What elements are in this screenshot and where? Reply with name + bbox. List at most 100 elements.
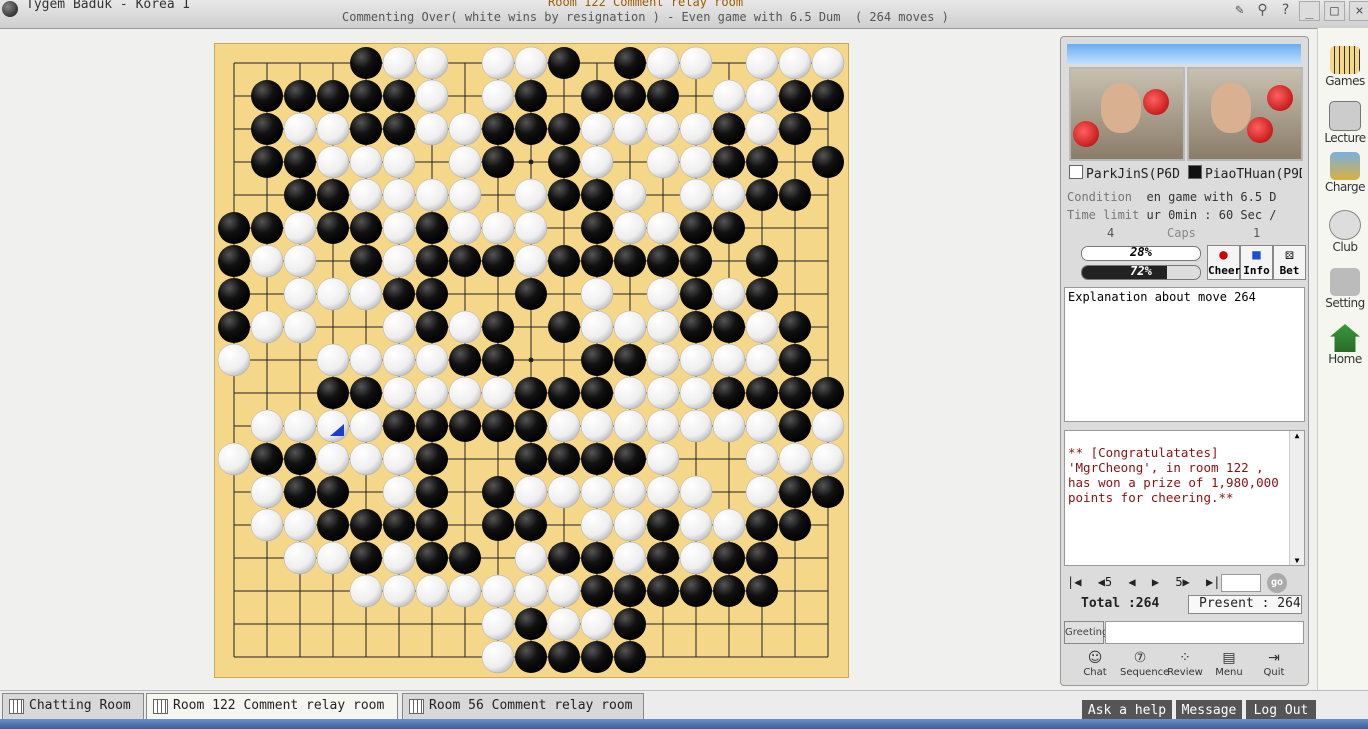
explanation-box[interactable]: Explanation about move 264 <box>1064 287 1305 422</box>
player-white-name[interactable]: ParkJinS(P6D <box>1069 165 1183 182</box>
black-stone <box>680 278 712 310</box>
white-stone <box>547 607 581 641</box>
black-stone <box>779 80 811 112</box>
black-stone <box>614 575 646 607</box>
help-icon[interactable]: ? <box>1276 1 1295 19</box>
white-stone <box>580 508 614 542</box>
white-stone <box>679 46 713 80</box>
white-stone <box>283 211 317 245</box>
white-stone <box>283 409 317 443</box>
chat-tool-button[interactable]: ☺ Chat <box>1075 649 1115 678</box>
bet-info-icon: ■ <box>1252 247 1261 263</box>
black-stone <box>515 641 547 673</box>
black-stone <box>218 311 250 343</box>
black-stone <box>284 80 316 112</box>
maximize-button[interactable]: □ <box>1324 1 1345 21</box>
black-stone <box>713 575 745 607</box>
black-stone <box>218 278 250 310</box>
games-icon <box>1330 46 1360 74</box>
rose-icon <box>1247 117 1273 143</box>
black-stone <box>713 542 745 574</box>
white-stone <box>613 508 647 542</box>
search-icon[interactable]: ⚲ <box>1253 1 1272 19</box>
white-stone <box>349 277 383 311</box>
white-stone <box>613 541 647 575</box>
logout-button[interactable]: Log Out <box>1246 700 1316 721</box>
white-stone <box>382 46 416 80</box>
sidebar-item-home[interactable]: Home <box>1322 324 1368 366</box>
black-stone <box>350 245 382 277</box>
chat-box[interactable]: ** [Congratulatates] 'MgrCheong', in roo… <box>1064 430 1305 566</box>
black-stone <box>548 245 580 277</box>
black-stone <box>383 410 415 442</box>
prev-move-button[interactable]: ◀ <box>1128 575 1135 589</box>
sidebar-item-club[interactable]: Club <box>1322 210 1368 254</box>
chat-scrollbar[interactable]: ▲ ▼ <box>1289 431 1304 565</box>
black-stone <box>515 377 547 409</box>
black-stone <box>581 542 613 574</box>
white-stone <box>679 343 713 377</box>
bet-button[interactable]: ⚄ Bet <box>1273 245 1306 280</box>
white-stone <box>679 508 713 542</box>
black-stone <box>383 80 415 112</box>
info-button[interactable]: ■ Info <box>1240 245 1273 280</box>
move-number-input[interactable] <box>1221 574 1261 592</box>
black-stone <box>812 377 844 409</box>
menu-tool-button[interactable]: ▤ Menu <box>1209 649 1249 678</box>
total-moves: Total :264 <box>1081 596 1160 611</box>
greeting-input[interactable] <box>1105 621 1304 644</box>
white-stone <box>481 607 515 641</box>
white-stone <box>217 442 251 476</box>
back5-button[interactable]: ◀5 <box>1098 575 1112 589</box>
fwd5-button[interactable]: 5▶ <box>1175 575 1189 589</box>
player-black-name[interactable]: PiaoTHuan(P9D <box>1188 165 1302 182</box>
white-stone <box>646 376 680 410</box>
quit-tool-button[interactable]: ⇥ Quit <box>1254 649 1294 678</box>
minimize-button[interactable]: _ <box>1299 1 1320 21</box>
black-stone <box>317 80 349 112</box>
black-stone <box>812 80 844 112</box>
sequence-tool-button[interactable]: ⑦ Sequence <box>1120 649 1169 678</box>
next-move-button[interactable]: ▶ <box>1152 575 1159 589</box>
sidebar-item-setting[interactable]: Setting <box>1322 268 1368 310</box>
board-canvas[interactable] <box>215 44 848 677</box>
first-move-button[interactable]: |◀ <box>1067 575 1081 589</box>
black-stone <box>680 245 712 277</box>
message-button[interactable]: Message <box>1176 700 1242 721</box>
black-stone <box>581 575 613 607</box>
black-stone <box>746 377 778 409</box>
black-stone <box>416 212 448 244</box>
go-board[interactable] <box>214 43 849 678</box>
panel-header-bar <box>1067 44 1301 64</box>
chat-icon: ☺ <box>1087 650 1103 666</box>
white-stone <box>448 211 482 245</box>
white-stone <box>514 244 548 278</box>
close-button[interactable]: × <box>1349 1 1368 21</box>
black-stone <box>482 509 514 541</box>
white-stone <box>316 277 350 311</box>
last-move-button[interactable]: ▶| <box>1206 575 1220 589</box>
sidebar-item-games[interactable]: Games <box>1322 46 1368 88</box>
tab-room-56[interactable]: Room 56 Comment relay room <box>402 693 644 720</box>
white-stone <box>646 112 680 146</box>
tab-room-122[interactable]: Room 122 Comment relay room <box>146 693 398 720</box>
scroll-up-icon[interactable]: ▲ <box>1290 431 1304 440</box>
black-stone <box>680 575 712 607</box>
sidebar-item-charge[interactable]: Charge <box>1322 152 1368 194</box>
cheer-button[interactable]: ● Cheer <box>1207 245 1241 280</box>
paint-icon[interactable]: ✎ <box>1230 1 1249 19</box>
black-stone <box>383 278 415 310</box>
go-button[interactable]: go <box>1267 573 1287 593</box>
review-tool-button[interactable]: ⁘ Review <box>1165 649 1205 678</box>
ask-help-button[interactable]: Ask a help <box>1082 700 1172 721</box>
black-stone <box>350 47 382 79</box>
sidebar-item-lecture[interactable]: Lecture <box>1322 101 1368 145</box>
white-stone <box>415 574 449 608</box>
white-stone <box>646 343 680 377</box>
greeting-button[interactable]: Greeting <box>1064 621 1108 644</box>
game-status: Commenting Over( white wins by resignati… <box>342 10 949 24</box>
tab-chatting-room[interactable]: Chatting Room <box>2 693 144 720</box>
scroll-down-icon[interactable]: ▼ <box>1290 556 1304 565</box>
white-stone <box>448 310 482 344</box>
rose-icon <box>1073 121 1099 147</box>
